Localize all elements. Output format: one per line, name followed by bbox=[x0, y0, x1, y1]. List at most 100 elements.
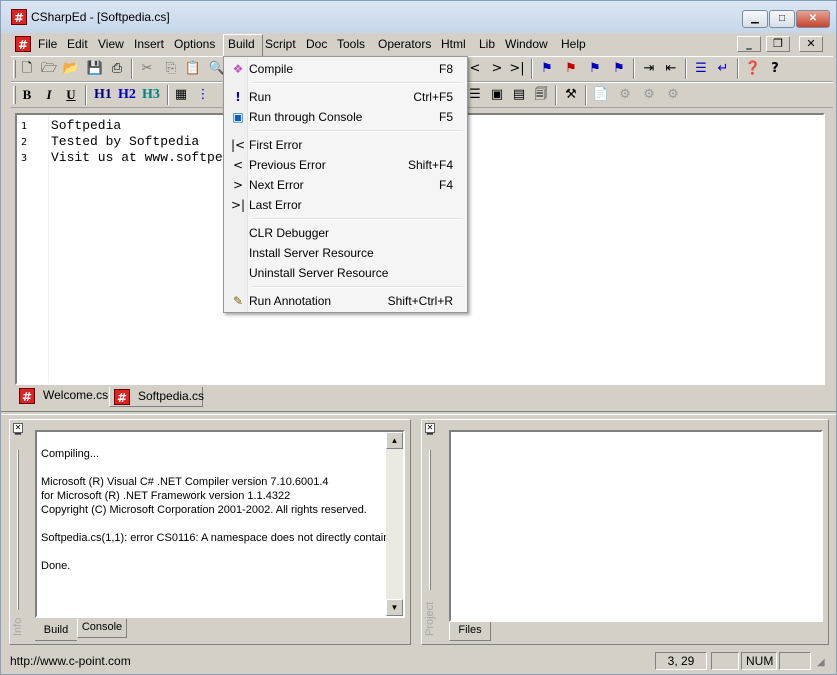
h2-button[interactable]: H2 bbox=[115, 85, 139, 105]
menu-help[interactable]: Help bbox=[561, 37, 586, 51]
code-line[interactable]: Visit us at www.softpe bbox=[51, 150, 223, 165]
insert-annotation-icon[interactable]: 📄 bbox=[591, 85, 611, 105]
save-icon[interactable]: 💾 bbox=[85, 59, 105, 79]
bookmark-prev-icon[interactable]: ⚑ bbox=[609, 59, 629, 79]
paste-icon[interactable]: 📋 bbox=[183, 59, 203, 79]
build-menu-item-compile[interactable]: ❖ Compile F8 bbox=[226, 59, 465, 79]
output-line: Compiling... bbox=[41, 448, 100, 460]
copy-icon[interactable]: ⎘ bbox=[161, 59, 181, 79]
build-menu-item-install-server-resource[interactable]: Install Server Resource bbox=[226, 243, 465, 263]
build-menu-item-run[interactable]: ! Run Ctrl+F5 bbox=[226, 87, 465, 107]
toolbar-separator bbox=[685, 59, 687, 79]
menu-window[interactable]: Window bbox=[505, 37, 548, 51]
menu-edit[interactable]: Edit bbox=[67, 37, 88, 51]
close-button[interactable]: ✕ bbox=[796, 10, 830, 28]
scroll-up-icon[interactable]: ▲ bbox=[386, 432, 403, 449]
open-folder-icon[interactable]: 📂 bbox=[61, 59, 81, 79]
mdi-minimize-button[interactable]: _ bbox=[737, 36, 761, 52]
mdi-close-button[interactable]: ✕ bbox=[799, 36, 823, 52]
output-scrollbar[interactable]: ▲ ▼ bbox=[386, 432, 403, 616]
doc-tab-softpedia[interactable]: # Softpedia.cs bbox=[109, 387, 204, 407]
cut-icon[interactable]: ✂ bbox=[137, 59, 157, 79]
last-icon[interactable]: >| bbox=[507, 59, 527, 79]
title-bar[interactable]: # CSharpEd - [Softpedia.cs] ▁ □ ✕ bbox=[1, 1, 836, 33]
new-file-icon[interactable]: 🗋 bbox=[17, 59, 37, 79]
context-help-icon[interactable]: ❓ bbox=[743, 59, 763, 79]
numbered-list-icon[interactable]: ⋮ bbox=[193, 85, 213, 105]
h1-button[interactable]: H1 bbox=[91, 85, 115, 105]
toolbar-grip[interactable] bbox=[13, 86, 16, 104]
line-number: 2 bbox=[21, 137, 28, 148]
italic-button[interactable]: I bbox=[39, 85, 59, 105]
toolbar-grip[interactable] bbox=[13, 60, 16, 78]
output-text-area[interactable]: Compiling... Microsoft (R) Visual C# .NET… bbox=[35, 430, 405, 618]
maximize-button[interactable]: □ bbox=[769, 10, 795, 28]
build-menu-item-last-error[interactable]: >| Last Error bbox=[226, 195, 465, 215]
menu-doc[interactable]: Doc bbox=[306, 37, 327, 51]
outdent-icon[interactable]: ⇤ bbox=[661, 59, 681, 79]
minimize-button[interactable]: ▁ bbox=[742, 10, 768, 28]
open-file-icon[interactable]: 🗁 bbox=[39, 59, 59, 79]
panel-pin-icon[interactable]: ▔ bbox=[13, 435, 23, 445]
project-files-area[interactable] bbox=[449, 430, 823, 622]
output-tab-build[interactable]: Build bbox=[35, 622, 77, 641]
table-icon[interactable]: ▦ bbox=[171, 85, 191, 105]
panel-close-icon[interactable]: ✕ bbox=[425, 423, 435, 433]
menu-insert[interactable]: Insert bbox=[134, 37, 164, 51]
bookmark-clear-icon[interactable]: ⚑ bbox=[561, 59, 581, 79]
h3-button[interactable]: H3 bbox=[139, 85, 163, 105]
align-icon[interactable]: ☰ bbox=[465, 85, 485, 105]
doc-tab-welcome[interactable]: # Welcome.cs bbox=[15, 386, 108, 406]
build-menu-item-first-error[interactable]: |< First Error bbox=[226, 135, 465, 155]
menu-options[interactable]: Options bbox=[174, 37, 215, 51]
mdi-restore-button[interactable]: ❐ bbox=[766, 36, 790, 52]
menu-tools[interactable]: Tools bbox=[337, 37, 365, 51]
wrap-icon[interactable]: ↵ bbox=[713, 59, 733, 79]
panel-pin-icon[interactable]: ▔ bbox=[425, 435, 435, 445]
document-system-icon[interactable]: # bbox=[15, 36, 31, 52]
menu-view[interactable]: View bbox=[98, 37, 124, 51]
output-line: Copyright (C) Microsoft Corporation 2001… bbox=[41, 504, 367, 516]
code-line[interactable]: Tested by Softpedia bbox=[51, 134, 199, 149]
menu-lib[interactable]: Lib bbox=[479, 37, 495, 51]
console-icon: ▣ bbox=[232, 110, 244, 124]
build-menu-item-next-error[interactable]: > Next Error F4 bbox=[226, 175, 465, 195]
build-tools-icon[interactable]: ⚒ bbox=[561, 85, 581, 105]
build-menu-item-run-through-console[interactable]: ▣ Run through Console F5 bbox=[226, 107, 465, 127]
resize-grip-icon[interactable]: ◢ bbox=[817, 657, 831, 671]
menu-script[interactable]: Script bbox=[265, 37, 296, 51]
menu-file[interactable]: File bbox=[38, 37, 57, 51]
properties-icon[interactable]: 🗐 bbox=[531, 85, 551, 105]
build-menu-item-uninstall-server-resource[interactable]: Uninstall Server Resource bbox=[226, 263, 465, 283]
code-line[interactable]: Softpedia bbox=[51, 118, 121, 133]
build-menu-item-run-annotation[interactable]: ✎ Run Annotation Shift+Ctrl+R bbox=[226, 291, 465, 311]
bookmark-toggle-icon[interactable]: ⚑ bbox=[537, 59, 557, 79]
script-disabled-icon-3[interactable]: ⚙ bbox=[663, 85, 683, 105]
frame-icon[interactable]: ▤ bbox=[509, 85, 529, 105]
run-icon: ! bbox=[235, 90, 241, 104]
output-tab-console[interactable]: Console bbox=[77, 619, 127, 638]
help-icon[interactable]: ? bbox=[765, 59, 785, 79]
script-disabled-icon[interactable]: ⚙ bbox=[615, 85, 635, 105]
print-icon[interactable]: ⎙ bbox=[107, 59, 127, 79]
menu-build[interactable]: Build bbox=[228, 37, 255, 51]
menu-item-label: Run bbox=[249, 90, 272, 104]
underline-button[interactable]: U bbox=[61, 85, 81, 105]
horizontal-splitter[interactable] bbox=[1, 411, 836, 415]
bold-button[interactable]: B bbox=[17, 85, 37, 105]
script-disabled-icon-2[interactable]: ⚙ bbox=[639, 85, 659, 105]
list-icon[interactable]: ☰ bbox=[691, 59, 711, 79]
previous-icon[interactable]: < bbox=[465, 59, 485, 79]
menu-html[interactable]: Html bbox=[441, 37, 466, 51]
bookmark-next-icon[interactable]: ⚑ bbox=[585, 59, 605, 79]
build-menu-item-previous-error[interactable]: < Previous Error Shift+F4 bbox=[226, 155, 465, 175]
line-number: 1 bbox=[21, 121, 28, 132]
scroll-down-icon[interactable]: ▼ bbox=[386, 599, 403, 616]
indent-icon[interactable]: ⇥ bbox=[639, 59, 659, 79]
panel-close-icon[interactable]: ✕ bbox=[13, 423, 23, 433]
form-icon[interactable]: ▣ bbox=[487, 85, 507, 105]
menu-operators[interactable]: Operators bbox=[378, 37, 431, 51]
project-tab-files[interactable]: Files bbox=[449, 622, 491, 641]
next-icon[interactable]: > bbox=[487, 59, 507, 79]
build-menu-item-clr-debugger[interactable]: CLR Debugger bbox=[226, 223, 465, 243]
